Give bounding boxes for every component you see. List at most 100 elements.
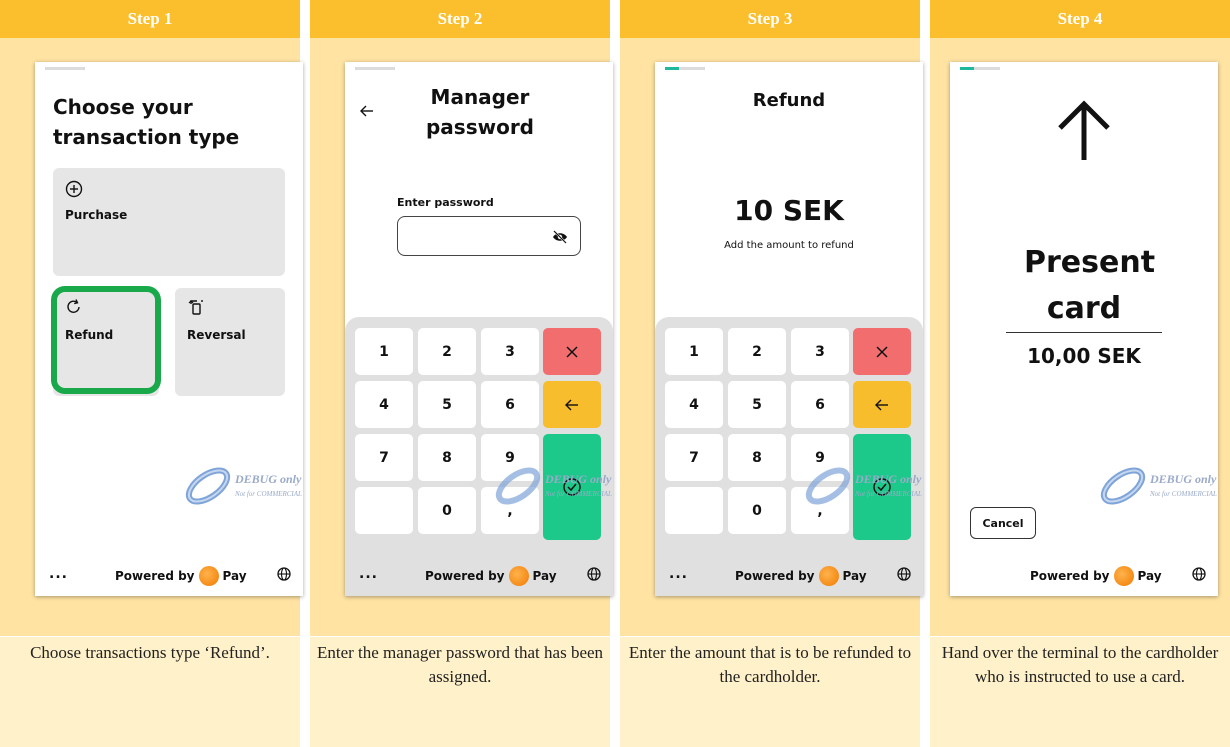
key-1[interactable]: 1 [665, 328, 723, 375]
pay-text: Pay [532, 569, 557, 583]
key-8[interactable]: 8 [728, 434, 786, 481]
bottom-bar: ... Powered by Pay [345, 552, 613, 596]
backspace-key[interactable] [853, 381, 911, 428]
phone-screen: Choose your transaction type Purchase Re… [35, 62, 303, 596]
arrow-left-icon[interactable] [359, 104, 375, 118]
watermark-subtext: Not for COMMERCIAL [855, 490, 922, 498]
watermark-logo-icon [805, 467, 851, 505]
status-bar [45, 67, 85, 70]
arrow-left-icon [565, 399, 578, 410]
step-column-4: Step 4 Present card 10,00 SEK DEBUG only… [930, 0, 1230, 747]
watermark-logo-icon [1100, 467, 1146, 505]
step-header: Step 3 [620, 0, 920, 38]
bottom-bar: Powered by Pay [950, 552, 1218, 596]
powered-by: Powered by Pay [735, 566, 867, 586]
key-5[interactable]: 5 [418, 381, 476, 428]
divider [1006, 332, 1162, 333]
globe-icon[interactable] [1192, 567, 1206, 581]
pay-logo-icon [508, 566, 529, 586]
key-1[interactable]: 1 [355, 328, 413, 375]
phone-screen: Refund 10 SEK Add the amount to refund 1… [655, 62, 923, 596]
step-column-3: Step 3 Refund 10 SEK Add the amount to r… [620, 0, 923, 747]
key-5[interactable]: 5 [728, 381, 786, 428]
close-icon [566, 345, 578, 358]
key-0[interactable]: 0 [418, 487, 476, 534]
keypad: 1 2 3 4 5 6 7 8 9 0 , [345, 317, 613, 552]
watermark-text: DEBUG only [235, 472, 302, 486]
watermark-text: DEBUG only [545, 472, 612, 486]
payment-amount: 10,00 SEK [1027, 344, 1141, 368]
arrow-up-icon [1058, 100, 1110, 160]
debug-watermark: DEBUG only Not for COMMERCIAL [803, 462, 923, 512]
plus-circle-icon [65, 180, 83, 198]
powered-by-text: Powered by [115, 569, 195, 583]
step-caption: Hand over the terminal to the cardholder… [930, 637, 1230, 747]
page-title: Refund [752, 90, 826, 111]
eye-off-icon[interactable] [552, 229, 568, 245]
key-8[interactable]: 8 [418, 434, 476, 481]
tile-label: Reversal [187, 328, 246, 342]
globe-icon[interactable] [897, 567, 911, 581]
step-caption: Enter the manager password that has been… [310, 637, 610, 747]
page-title: Present card [1024, 245, 1156, 326]
powered-by: Powered by Pay [115, 566, 247, 586]
refund-subtitle: Add the amount to refund [724, 240, 854, 251]
pay-text: Pay [842, 569, 867, 583]
phone-screen: Manager password Enter password 1 2 3 4 … [345, 62, 613, 596]
key-3[interactable]: 3 [791, 328, 849, 375]
powered-by-text: Powered by [1030, 569, 1110, 583]
debug-watermark: DEBUG only Not for COMMERCIAL [183, 462, 303, 512]
refund-highlight [51, 286, 161, 394]
watermark-logo-icon [185, 467, 231, 505]
password-input[interactable] [397, 216, 581, 256]
step-caption: Choose transactions type ‘Refund’. [0, 637, 300, 747]
powered-by: Powered by Pay [425, 566, 557, 586]
key-7[interactable]: 7 [665, 434, 723, 481]
pay-text: Pay [1137, 569, 1162, 583]
page-title: Manager password [425, 85, 535, 139]
key-7[interactable]: 7 [355, 434, 413, 481]
pay-text: Pay [222, 569, 247, 583]
key-4[interactable]: 4 [665, 381, 723, 428]
empty-key [355, 487, 413, 534]
key-2[interactable]: 2 [728, 328, 786, 375]
watermark-text: DEBUG only [1150, 472, 1217, 486]
debug-watermark: DEBUG only Not for COMMERCIAL [493, 462, 613, 512]
bottom-bar: ... Powered by Pay [35, 552, 303, 596]
step-header: Step 4 [930, 0, 1230, 38]
watermark-text: DEBUG only [855, 472, 922, 486]
more-menu-button[interactable]: ... [49, 566, 68, 582]
close-icon [876, 345, 888, 358]
more-menu-button[interactable]: ... [669, 566, 688, 582]
key-3[interactable]: 3 [481, 328, 539, 375]
globe-icon[interactable] [587, 567, 601, 581]
cancel-button[interactable]: Cancel [970, 507, 1036, 539]
refund-amount: 10 SEK [734, 194, 844, 227]
key-4[interactable]: 4 [355, 381, 413, 428]
purchase-tile[interactable]: Purchase [53, 168, 285, 276]
powered-by: Powered by Pay [1030, 566, 1162, 586]
debug-watermark: DEBUG only Not for COMMERCIAL [1098, 462, 1218, 512]
key-2[interactable]: 2 [418, 328, 476, 375]
clear-key[interactable] [543, 328, 601, 375]
key-6[interactable]: 6 [791, 381, 849, 428]
watermark-subtext: Not for COMMERCIAL [1150, 490, 1217, 498]
backspace-key[interactable] [543, 381, 601, 428]
status-bar [355, 67, 395, 70]
clear-key[interactable] [853, 328, 911, 375]
powered-by-text: Powered by [425, 569, 505, 583]
watermark-subtext: Not for COMMERCIAL [235, 490, 302, 498]
status-bar [960, 67, 1000, 70]
key-6[interactable]: 6 [481, 381, 539, 428]
arrow-left-icon [875, 399, 888, 410]
watermark-subtext: Not for COMMERCIAL [545, 490, 612, 498]
reversal-icon [188, 300, 203, 315]
reversal-tile[interactable]: Reversal [175, 288, 285, 396]
key-0[interactable]: 0 [728, 487, 786, 534]
more-menu-button[interactable]: ... [359, 566, 378, 582]
keypad: 1 2 3 4 5 6 7 8 9 0 , [655, 317, 923, 552]
bottom-bar: ... Powered by Pay [655, 552, 923, 596]
password-label: Enter password [397, 196, 494, 209]
empty-key [665, 487, 723, 534]
globe-icon[interactable] [277, 567, 291, 581]
